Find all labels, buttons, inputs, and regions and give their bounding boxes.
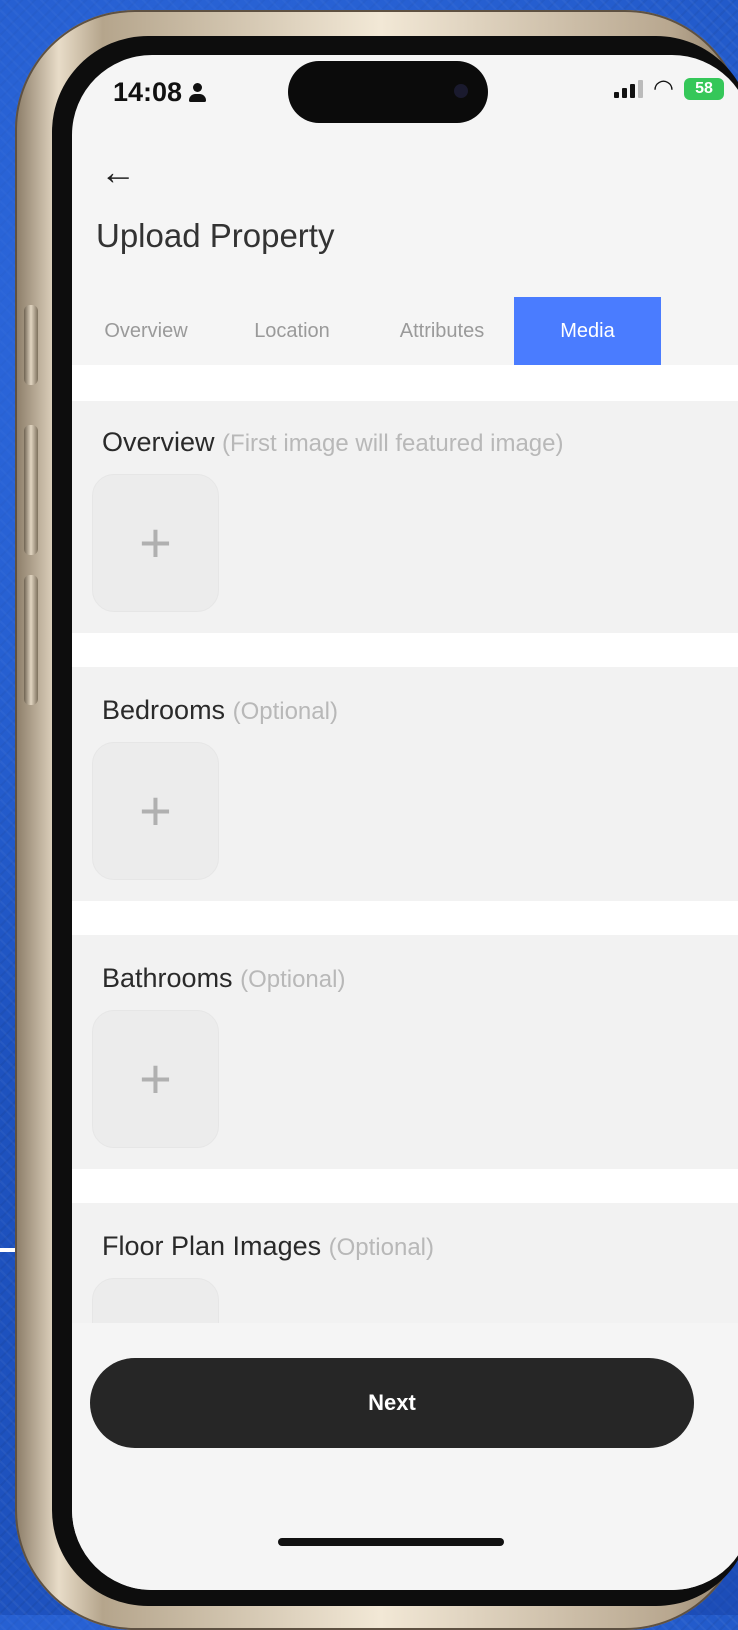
section-overview: Overview (First image will featured imag… <box>72 401 738 633</box>
step-tabs: Overview Location Attributes Media <box>72 297 738 365</box>
section-note: (First image will featured image) <box>222 430 564 457</box>
back-arrow-icon[interactable]: ← <box>100 151 136 193</box>
add-image-button[interactable]: + <box>92 474 219 612</box>
home-indicator <box>278 1538 504 1546</box>
plus-icon: + <box>139 511 172 574</box>
dynamic-island <box>288 61 488 123</box>
cellular-signal-icon <box>614 80 644 98</box>
action-button <box>24 305 38 385</box>
phone-screen: 14:08 ◠ 58 ← Upload Property Overview Lo… <box>72 55 738 1590</box>
tab-attributes[interactable]: Attributes <box>367 297 517 365</box>
plus-icon: + <box>139 1047 172 1110</box>
section-heading: Floor Plan Images <box>102 1231 322 1261</box>
page-title: Upload Property <box>96 217 335 254</box>
section-heading: Bathrooms <box>102 963 233 993</box>
status-icons: ◠ 58 <box>614 77 724 101</box>
add-image-button[interactable]: + <box>92 1278 219 1323</box>
volume-up-button <box>24 425 38 555</box>
section-title: Bathrooms (Optional) <box>102 963 345 994</box>
add-image-button[interactable]: + <box>92 1010 219 1148</box>
section-note: (Optional) <box>232 698 338 725</box>
section-bedrooms: Bedrooms (Optional) + <box>72 667 738 901</box>
section-note: (Optional) <box>328 1234 434 1261</box>
plus-icon: + <box>139 779 172 842</box>
section-title: Floor Plan Images (Optional) <box>102 1231 434 1262</box>
section-heading: Bedrooms <box>102 695 226 725</box>
divider <box>72 633 738 667</box>
tab-location[interactable]: Location <box>232 297 352 365</box>
section-title: Bedrooms (Optional) <box>102 695 338 726</box>
section-bathrooms: Bathrooms (Optional) + <box>72 935 738 1169</box>
tab-media[interactable]: Media <box>514 297 661 365</box>
divider <box>72 1169 738 1203</box>
person-icon <box>188 82 207 103</box>
volume-down-button <box>24 575 38 705</box>
tab-overview[interactable]: Overview <box>86 297 206 365</box>
add-image-button[interactable]: + <box>92 742 219 880</box>
camera-icon <box>454 84 468 98</box>
status-time: 14:08 <box>113 77 207 108</box>
time-text: 14:08 <box>113 77 183 107</box>
divider <box>72 901 738 935</box>
status-bar: 14:08 ◠ 58 <box>72 55 738 155</box>
section-note: (Optional) <box>240 966 346 993</box>
wifi-icon: ◠ <box>653 75 674 102</box>
section-heading: Overview <box>102 427 215 457</box>
next-button[interactable]: Next <box>90 1358 694 1448</box>
section-floor-plan: Floor Plan Images (Optional) + <box>72 1203 738 1323</box>
divider <box>72 365 738 401</box>
battery-icon: 58 <box>684 78 724 100</box>
section-title: Overview (First image will featured imag… <box>102 427 563 458</box>
